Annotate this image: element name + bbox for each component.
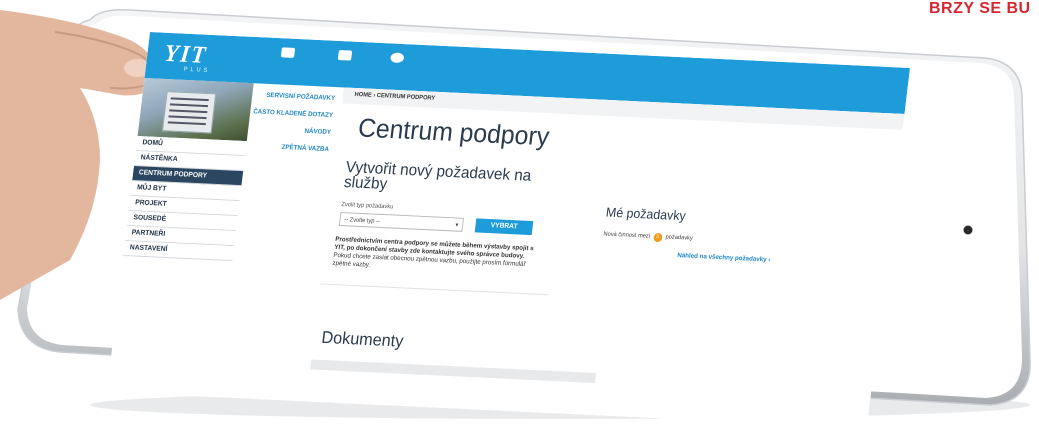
request-type-label: Zvolit typ požadavku	[340, 201, 394, 211]
divider	[320, 283, 549, 296]
tablet-screen: YIT PLUS DOMŮ NÁSTĚNKA CENTRUM PODPORY M…	[106, 32, 911, 428]
submenu-zpetna-vazba[interactable]: ZPĚTNÁ VAZBA	[246, 142, 337, 153]
breadcrumb-home[interactable]: HOME	[354, 92, 372, 99]
my-requests-note-prefix: Nová činnost mezi	[603, 231, 651, 240]
phone-icon[interactable]	[389, 52, 405, 64]
submenu-faq[interactable]: ČASTO KLADENÉ DOTAZY	[250, 108, 341, 119]
logo-sub: PLUS	[183, 66, 211, 75]
service-icon[interactable]	[280, 47, 296, 58]
yit-logo[interactable]: YIT	[163, 41, 209, 70]
submenu-navody[interactable]: NÁVODY	[248, 125, 339, 136]
documents-heading: Dokumenty	[320, 327, 405, 351]
corner-headline: BRZY SE BU	[929, 0, 1031, 17]
select-button[interactable]: VYBRAT	[474, 218, 534, 236]
chevron-down-icon: ▾	[455, 222, 459, 229]
request-type-select[interactable]: -- Zvolte typ -- ▾	[338, 211, 464, 232]
new-request-heading: Vytvořit nový požadavek na služby	[343, 158, 533, 194]
page-title: Centrum podpory	[356, 112, 551, 152]
submenu-servisni-pozadavky[interactable]: SERVISNÍ POŽADAVKY	[252, 91, 343, 102]
building-photo	[137, 78, 254, 142]
my-requests-note: Nová činnost mezi 0 požadavky	[603, 231, 693, 244]
sidebar-menu: DOMŮ NÁSTĚNKA CENTRUM PODPORY MŮJ BYT PR…	[123, 136, 247, 262]
request-type-value: -- Zvolte typ --	[343, 217, 381, 225]
view-all-requests-link[interactable]: Náhled na všechny požadavky ›	[677, 252, 771, 263]
support-description: Prostřednictvím centra podpory se můžete…	[332, 236, 540, 278]
count-badge: 0	[652, 232, 663, 243]
sub-menu: SERVISNÍ POŽADAVKY ČASTO KLADENÉ DOTAZY …	[245, 83, 344, 163]
my-requests-heading: Mé požadavky	[605, 204, 687, 224]
main-content: HOME › CENTRUM PODPORY Centrum podpory V…	[305, 87, 905, 428]
home-icon[interactable]	[337, 50, 353, 61]
documents-strip	[310, 359, 597, 383]
camera-dot	[963, 225, 973, 235]
my-requests-note-suffix: požadavky	[665, 234, 694, 242]
